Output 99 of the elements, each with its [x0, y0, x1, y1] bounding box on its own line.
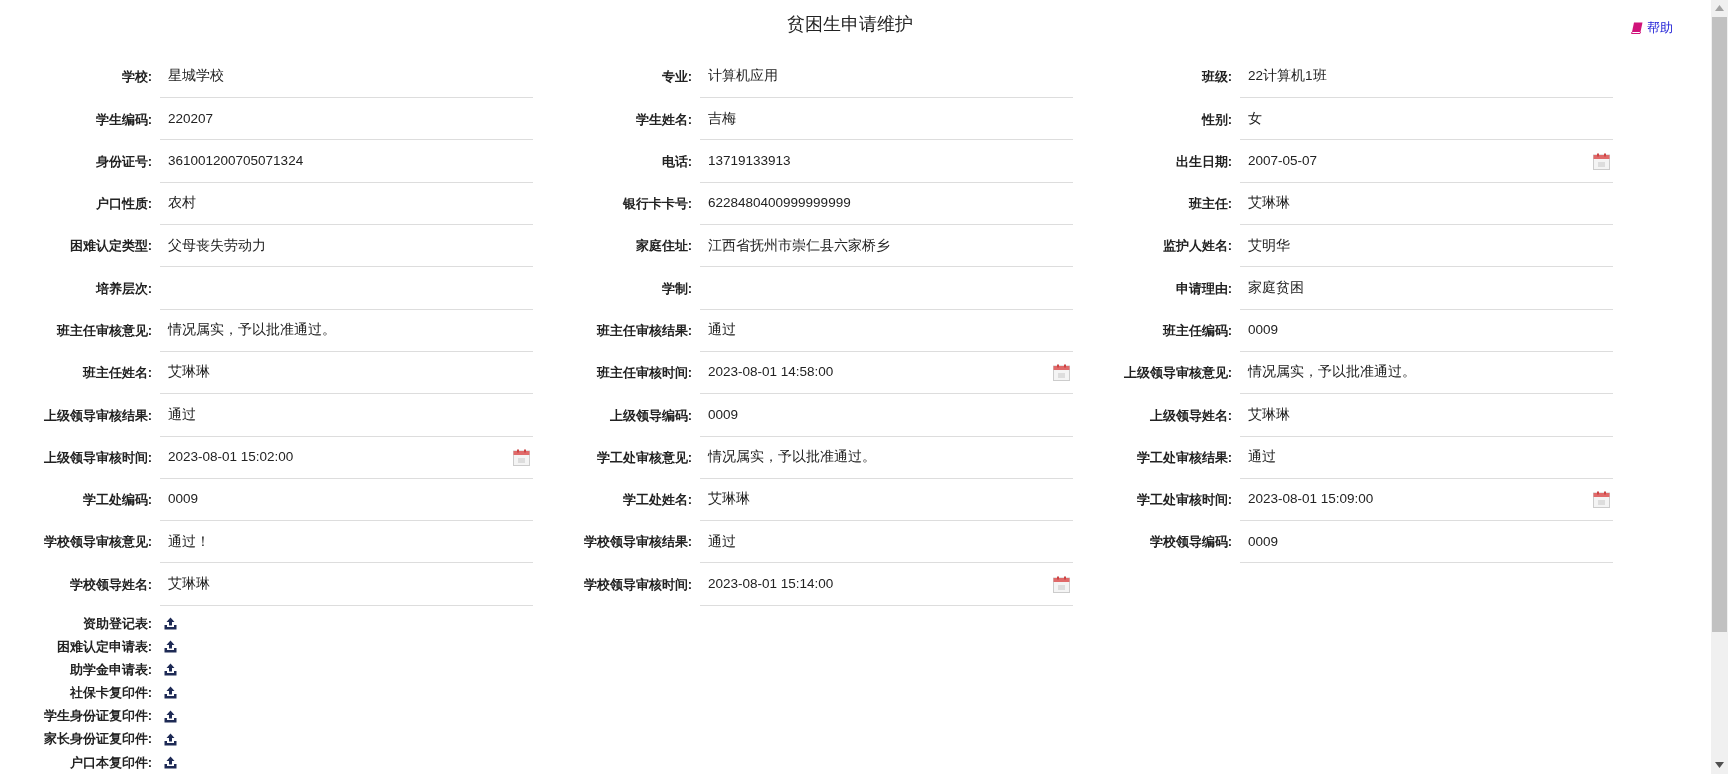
field-label: 班主任编码:	[1161, 322, 1232, 340]
attachment-label: 困难认定申请表:	[55, 637, 152, 656]
field-label: 上级领导审核意见:	[1122, 364, 1232, 383]
field-label: 学校领导审核意见:	[42, 533, 152, 552]
field-label: 班主任姓名:	[81, 364, 152, 383]
field-label: 学校领导审核时间:	[582, 575, 692, 594]
date-field[interactable]: 2023-08-01 15:09:00	[1240, 478, 1613, 522]
date-field[interactable]: 2023-08-01 14:58:00	[700, 351, 1073, 395]
text-field[interactable]: 艾琳琳	[160, 351, 533, 395]
text-field[interactable]: 0009	[1240, 521, 1613, 564]
text-field[interactable]: 计算机应用	[700, 55, 1073, 99]
attachment-label: 户口本复印件:	[68, 753, 152, 772]
field-label: 监护人姓名:	[1161, 237, 1232, 256]
text-field[interactable]: 江西省抚州市崇仁县六家桥乡	[700, 225, 1073, 268]
calendar-icon[interactable]	[1593, 152, 1610, 170]
text-field[interactable]: 艾琳琳	[700, 478, 1073, 522]
text-field[interactable]: 通过	[1240, 436, 1613, 479]
field-label: 学生编码:	[94, 110, 152, 129]
field-label: 学制:	[660, 279, 692, 298]
page-title: 贫困生申请维护	[786, 13, 913, 37]
attachment-label: 家长身份证复印件:	[42, 730, 152, 749]
calendar-icon[interactable]	[1593, 490, 1610, 508]
field-label: 学工处编码:	[81, 491, 152, 510]
text-field[interactable]: 星城学校	[160, 55, 533, 99]
text-field[interactable]: 情况属实，予以批准通过。	[1240, 351, 1613, 395]
field-label: 身份证号:	[94, 152, 152, 171]
calendar-icon[interactable]	[1053, 364, 1070, 382]
calendar-icon[interactable]	[513, 448, 530, 466]
field-label: 银行卡卡号:	[621, 195, 692, 214]
field-label: 班主任:	[1187, 195, 1232, 214]
date-field[interactable]: 2023-08-01 15:02:00	[160, 436, 533, 479]
field-label: 学校领导审核结果:	[582, 533, 692, 552]
field-label: 学生姓名:	[634, 110, 692, 129]
text-field[interactable]: 0009	[700, 394, 1073, 437]
text-field[interactable]: 22计算机1班	[1240, 55, 1613, 99]
upload-icon[interactable]	[164, 639, 177, 653]
text-field[interactable]: 220207	[160, 98, 533, 141]
date-field[interactable]: 2007-05-07	[1240, 140, 1613, 183]
text-field[interactable]: 0009	[1240, 309, 1613, 352]
text-field[interactable]: 吉梅	[700, 98, 1073, 141]
text-field[interactable]: 家庭贫困	[1240, 267, 1613, 310]
field-label: 学校领导编码:	[1148, 533, 1232, 552]
text-field[interactable]: 情况属实，予以批准通过。	[700, 436, 1073, 479]
field-label: 学校领导姓名:	[68, 575, 152, 594]
text-field[interactable]: 6228480400999999999	[700, 182, 1073, 225]
scrollbar[interactable]	[1711, 0, 1728, 774]
text-field[interactable]: 情况属实，予以批准通过。	[160, 309, 533, 352]
field-label: 班主任审核意见:	[55, 322, 152, 340]
field-label: 上级领导编码:	[608, 406, 692, 425]
text-field[interactable]: 艾琳琳	[1240, 394, 1613, 437]
book-icon	[1631, 21, 1643, 34]
field-label: 学校:	[120, 68, 152, 87]
field-label: 学工处审核时间:	[1135, 491, 1232, 510]
field-label: 家庭住址:	[634, 237, 692, 256]
text-field[interactable]: 通过	[160, 394, 533, 437]
text-field[interactable]: 父母丧失劳动力	[160, 225, 533, 268]
upload-icon[interactable]	[164, 616, 177, 630]
field-label: 学工处审核意见:	[595, 448, 692, 467]
field-label: 性别:	[1200, 110, 1232, 129]
field-label: 上级领导审核结果:	[42, 406, 152, 425]
field-label: 专业:	[660, 68, 692, 87]
attachment-label: 资助登记表:	[81, 614, 152, 633]
upload-icon[interactable]	[164, 663, 177, 677]
text-field[interactable]: 艾琳琳	[160, 563, 533, 606]
text-field[interactable]: 0009	[160, 478, 533, 522]
upload-icon[interactable]	[164, 709, 177, 723]
field-label: 班级:	[1200, 68, 1232, 87]
text-field[interactable]: 13719133913	[700, 140, 1073, 183]
text-field[interactable]: 通过！	[160, 521, 533, 564]
attachment-label: 社保卡复印件:	[68, 684, 152, 703]
text-field[interactable]: 通过	[700, 309, 1073, 352]
text-field[interactable]: 女	[1240, 98, 1613, 141]
field-label: 学工处审核结果:	[1135, 448, 1232, 467]
text-field[interactable]: 艾琳琳	[1240, 182, 1613, 225]
field-label: 户口性质:	[94, 195, 152, 214]
upload-icon[interactable]	[164, 755, 177, 769]
attachment-label: 助学金申请表:	[68, 660, 152, 679]
upload-icon[interactable]	[164, 686, 177, 700]
field-label: 培养层次:	[94, 279, 152, 298]
scroll-down-icon[interactable]	[1715, 762, 1724, 768]
help-link[interactable]: 帮助	[1631, 18, 1673, 38]
text-field[interactable]: 艾明华	[1240, 225, 1613, 268]
upload-icon[interactable]	[164, 732, 177, 746]
field-label: 上级领导审核时间:	[42, 448, 152, 467]
field-label: 出生日期:	[1174, 152, 1232, 171]
field-label: 申请理由:	[1174, 279, 1232, 298]
field-label: 班主任审核时间:	[595, 364, 692, 383]
text-field[interactable]: 通过	[700, 521, 1073, 564]
field-label: 困难认定类型:	[68, 237, 152, 256]
field-label: 学工处姓名:	[621, 491, 692, 510]
text-field[interactable]: 361001200705071324	[160, 140, 533, 183]
attachment-label: 学生身份证复印件:	[42, 707, 152, 726]
scrollbar-thumb[interactable]	[1712, 17, 1727, 632]
text-field[interactable]: 农村	[160, 182, 533, 225]
calendar-icon[interactable]	[1053, 575, 1070, 593]
field-label: 班主任审核结果:	[595, 322, 692, 340]
date-field[interactable]: 2023-08-01 15:14:00	[700, 563, 1073, 606]
field-label: 上级领导姓名:	[1148, 406, 1232, 425]
field-label: 电话:	[660, 152, 692, 171]
